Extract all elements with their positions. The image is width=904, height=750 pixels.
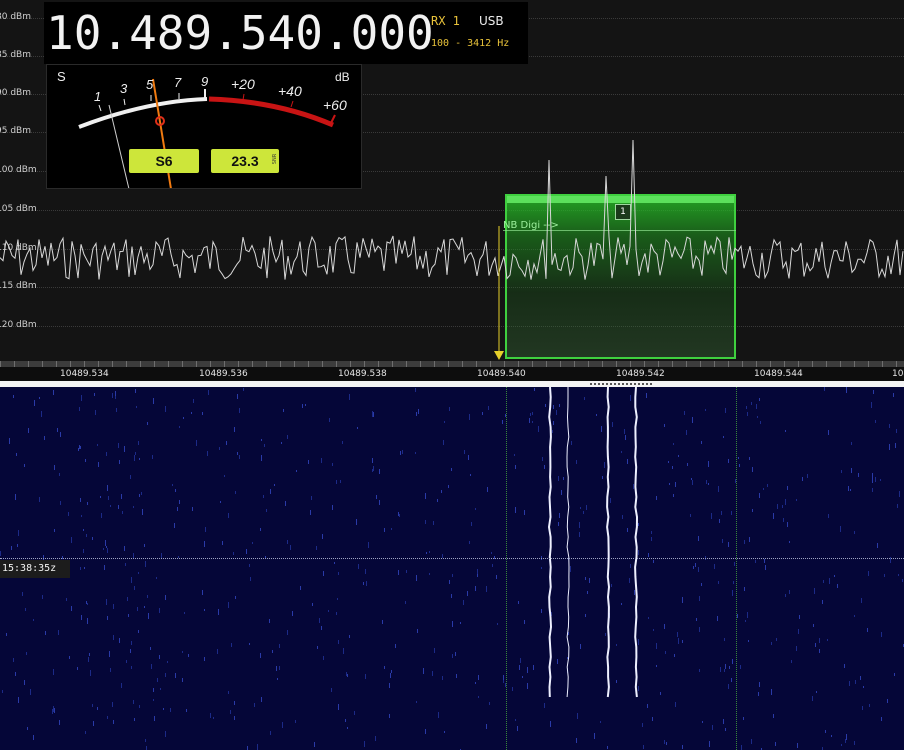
rx-label: RX 1	[431, 14, 460, 28]
s-reading-box: S6	[129, 149, 199, 173]
freq-label: 10489.538	[338, 369, 387, 379]
svg-text:5: 5	[146, 77, 154, 92]
timestamp-label: 15:38:35z	[0, 560, 70, 578]
svg-text:+20: +20	[231, 76, 255, 92]
svg-text:3: 3	[120, 81, 128, 96]
svg-text:7: 7	[174, 75, 182, 90]
timestamp-line	[0, 558, 904, 559]
frequency-scale[interactable]: 10489.534 10489.536 10489.538 10489.540 …	[0, 361, 904, 381]
freq-label: 10489.536	[199, 369, 248, 379]
freq-label: 10489.540	[477, 369, 526, 379]
filter-range-label: 100 - 3412 Hz	[431, 38, 510, 49]
snr-reading-box: 23.3	[211, 149, 279, 173]
mode-label[interactable]: USB	[479, 14, 504, 28]
svg-text:1: 1	[94, 89, 101, 104]
vfo-display[interactable]: 10.489.540.000 RX 1 USB 100 - 3412 Hz	[44, 2, 528, 64]
filter-edge-right	[736, 387, 737, 750]
freq-label: 10489.544	[754, 369, 803, 379]
svg-text:9: 9	[201, 74, 208, 89]
waterfall-image	[0, 387, 904, 750]
waterfall[interactable]: 15:38:35z	[0, 387, 904, 750]
panadapter[interactable]: 80 dBm 85 dBm 90 dBm 95 dBm 100 dBm 105 …	[0, 0, 904, 361]
svg-text:+60: +60	[323, 97, 347, 113]
vfo-marker-arrow[interactable]	[494, 351, 504, 360]
peak-needle	[108, 104, 130, 188]
freq-label: 10489.542	[616, 369, 665, 379]
filter-edge-left	[506, 387, 507, 750]
frequency-readout[interactable]: 10.489.540.000	[46, 6, 434, 60]
freq-label: 10489.534	[60, 369, 109, 379]
freq-label: 104	[892, 369, 904, 379]
s-meter: S 1 3 5 7 9 +20 +40 +60 dB S6 23.3 SNR	[46, 64, 362, 189]
s-meter-dial: S 1 3 5 7 9 +20 +40 +60 dB	[57, 69, 350, 188]
divider-grip[interactable]	[590, 383, 652, 385]
svg-text:+40: +40	[278, 83, 302, 99]
snr-tag: SNR	[272, 153, 279, 165]
svg-text:dB: dB	[335, 70, 350, 84]
meter-s-label: S	[57, 69, 66, 84]
frequency-scale-ticks	[0, 361, 904, 367]
